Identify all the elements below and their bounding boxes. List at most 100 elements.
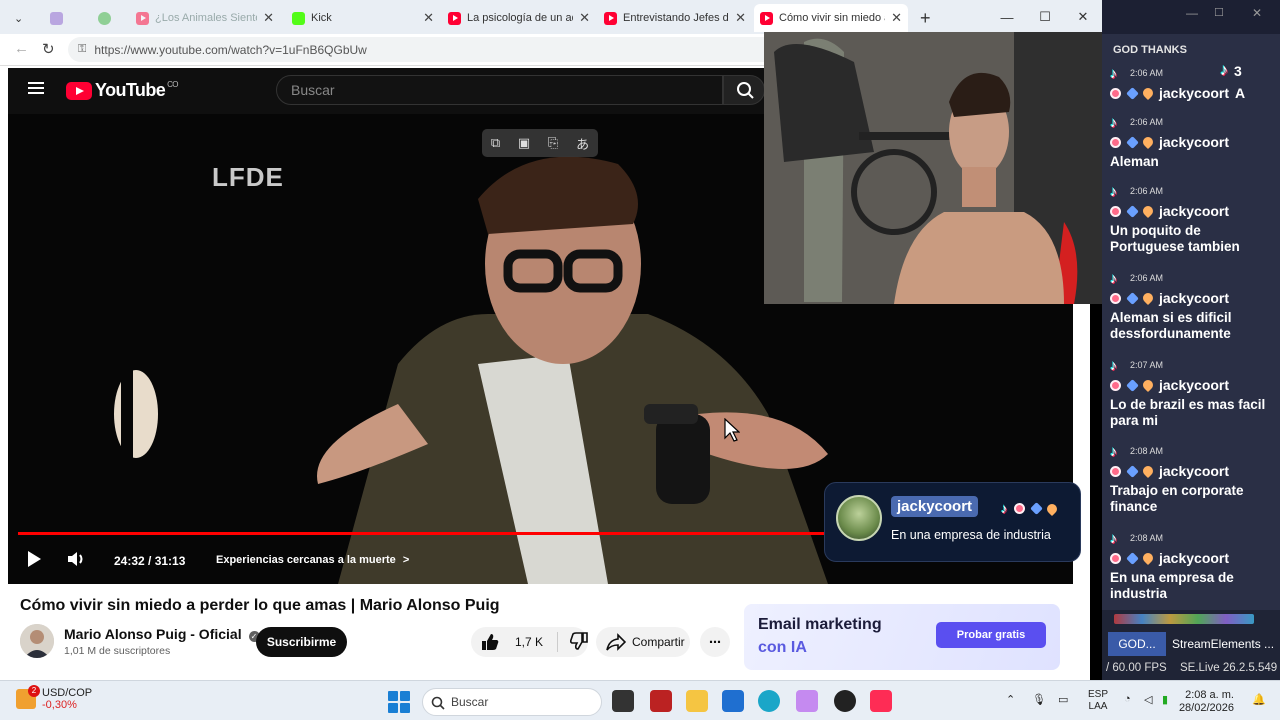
close-tab-icon[interactable]: ✕ <box>891 10 902 26</box>
youtube-favicon-icon <box>136 11 149 25</box>
heart-badge-icon <box>1140 85 1156 101</box>
chat-message: ♪ 2:06 AM jackycoort A <box>1110 65 1246 101</box>
file-explorer-icon[interactable] <box>686 690 708 712</box>
close-tab-icon[interactable]: ✕ <box>263 10 274 26</box>
taskbar-search[interactable]: Buscar <box>422 688 602 716</box>
diamond-badge-icon <box>1126 464 1139 478</box>
maximize-button[interactable]: ☐ <box>1026 0 1064 34</box>
chat-highlight-popup: jackycoort ♪ En una empresa de industria <box>824 482 1081 562</box>
volume-icon[interactable]: ◁ <box>1144 693 1152 706</box>
chevron-down-icon: ⌄ <box>14 12 24 25</box>
avatar <box>20 624 54 658</box>
browser-tab[interactable] <box>92 4 128 32</box>
browser-tab[interactable]: ¿Los Animales Sienten A ✕ <box>130 4 280 32</box>
copy-text-icon[interactable]: ⎘ <box>548 135 558 151</box>
youtube-logo[interactable]: YouTube CO <box>66 80 179 101</box>
chat-message: ♪ 2:06 AM jackycoort Aleman si es dificil… <box>1110 270 1232 341</box>
tiktok-icon: ♪ <box>1110 114 1117 130</box>
obs-app-icon[interactable] <box>834 690 856 712</box>
clock[interactable]: 2:08 a. m. 28/02/2026 <box>1172 689 1234 715</box>
edge-browser-icon[interactable] <box>758 690 780 712</box>
channel-name[interactable]: Mario Alonso Puig - Oficial ✓ <box>64 626 260 642</box>
chat-message: ♪ 2:08 AM jackycoort Trabajo en corporate… <box>1110 443 1244 514</box>
youtube-search-button[interactable] <box>723 75 765 105</box>
browser-tab-active[interactable]: Cómo vivir sin miedo a p ✕ <box>754 4 908 32</box>
tiktok-icon: ♪ <box>1110 357 1117 373</box>
share-button[interactable]: Compartir <box>596 627 690 657</box>
gift-badge-icon <box>1110 379 1121 391</box>
dock-tab-god[interactable]: GOD... <box>1108 632 1166 656</box>
display-icon[interactable]: ▭ <box>1058 693 1068 706</box>
ad-title: Email marketing <box>758 616 882 633</box>
subscribe-button[interactable]: Suscribirme <box>256 627 347 657</box>
reload-icon[interactable]: ↻ <box>42 40 55 58</box>
streaming-app-icon[interactable] <box>796 690 818 712</box>
new-tab-button[interactable]: + <box>914 4 938 32</box>
close-window-button[interactable]: ✕ <box>1064 0 1102 34</box>
translate-icon[interactable]: あ <box>576 134 589 153</box>
picture-in-picture-icon[interactable]: ⧉ <box>491 135 500 151</box>
close-tab-icon[interactable]: ✕ <box>423 10 434 26</box>
gift-badge-icon <box>1013 503 1025 514</box>
dock-tab-streamelements[interactable]: StreamElements ... <box>1170 632 1278 656</box>
stock-widget[interactable]: 2 USD/COP -0,30% <box>16 685 92 711</box>
browser-tab[interactable]: La psicología de un adic ✕ <box>442 4 596 32</box>
chat-header: GOD THANKS <box>1113 44 1187 56</box>
ad-cta-button[interactable]: Probar gratis <box>936 622 1046 648</box>
like-button[interactable]: 1,7 K <box>481 633 543 651</box>
back-arrow-icon[interactable]: ← <box>14 40 29 57</box>
microphone-icon[interactable]: 🎙 <box>1032 693 1046 706</box>
play-icon[interactable] <box>26 550 42 571</box>
minimize-button[interactable]: — <box>988 0 1026 34</box>
terminal-app-icon[interactable] <box>612 690 634 712</box>
youtube-favicon-icon <box>448 11 461 25</box>
browser-tab[interactable]: Entrevistando Jefes de N ✕ <box>598 4 752 32</box>
heart-badge-icon <box>1044 501 1059 516</box>
notification-bell-icon[interactable]: 🔔 <box>1252 693 1266 706</box>
kick-favicon-icon <box>292 11 305 25</box>
minimize-icon[interactable]: — <box>1186 6 1198 20</box>
dislike-button[interactable] <box>569 631 588 653</box>
close-icon[interactable]: ✕ <box>1252 6 1262 20</box>
youtube-favicon-icon <box>760 11 773 25</box>
video-progress-fill <box>18 532 843 535</box>
brave-app-icon[interactable] <box>650 690 672 712</box>
url-field[interactable]: ⚿ https://www.youtube.com/watch?v=1uFnB6… <box>68 37 788 62</box>
gift-badge-icon <box>1110 87 1121 99</box>
video-time: 24:32 / 31:13 <box>114 554 186 568</box>
diamond-badge-icon <box>1126 291 1139 305</box>
maximize-icon[interactable]: ☐ <box>1214 6 1224 19</box>
video-capture-icon[interactable]: ▣ <box>518 135 530 151</box>
divider <box>557 632 558 652</box>
battery-icon[interactable]: ▮ <box>1162 693 1168 706</box>
language-indicator[interactable]: ESP LAA <box>1088 689 1108 713</box>
close-tab-icon[interactable]: ✕ <box>579 10 590 26</box>
tab-list-button[interactable]: ⌄ <box>8 4 34 32</box>
wifi-icon[interactable]: ◔ <box>1124 693 1131 705</box>
diamond-badge-icon <box>1126 86 1139 100</box>
tiktok-app-icon[interactable] <box>870 690 892 712</box>
gift-badge-icon <box>1110 136 1121 148</box>
site-info-icon[interactable]: ⚿ <box>78 43 86 56</box>
selive-version: SE.Live 26.2.5.549 <box>1180 662 1278 674</box>
volume-icon[interactable] <box>66 550 86 571</box>
video-overlay-toolbar: ⧉ ▣ ⎘ あ <box>482 129 598 157</box>
tab-favicon-icon <box>98 11 111 25</box>
close-tab-icon[interactable]: ✕ <box>735 10 746 26</box>
start-button[interactable] <box>388 691 410 713</box>
youtube-search-input[interactable]: Buscar <box>276 75 723 105</box>
chevron-up-icon[interactable]: ⌃ <box>1006 693 1015 706</box>
browser-tab[interactable] <box>44 4 82 32</box>
diamond-badge-icon <box>1126 551 1139 565</box>
ad-banner[interactable]: Email marketing con IA Probar gratis <box>744 604 1060 670</box>
more-actions-button[interactable]: ⋯ <box>700 627 730 657</box>
browser-tab[interactable]: Kick ✕ <box>286 4 440 32</box>
channel-avatar[interactable] <box>20 624 54 658</box>
store-app-icon[interactable] <box>722 690 744 712</box>
webcam-feed <box>764 32 1102 304</box>
subscriber-count: 1,01 M de suscriptores <box>64 645 171 657</box>
hamburger-menu-icon[interactable] <box>28 80 46 101</box>
share-icon <box>606 633 626 651</box>
chat-message: ♪ 2:08 AM jackycoort En una empresa de in… <box>1110 530 1234 601</box>
chapter-title[interactable]: Experiencias cercanas a la muerte > <box>216 554 409 566</box>
